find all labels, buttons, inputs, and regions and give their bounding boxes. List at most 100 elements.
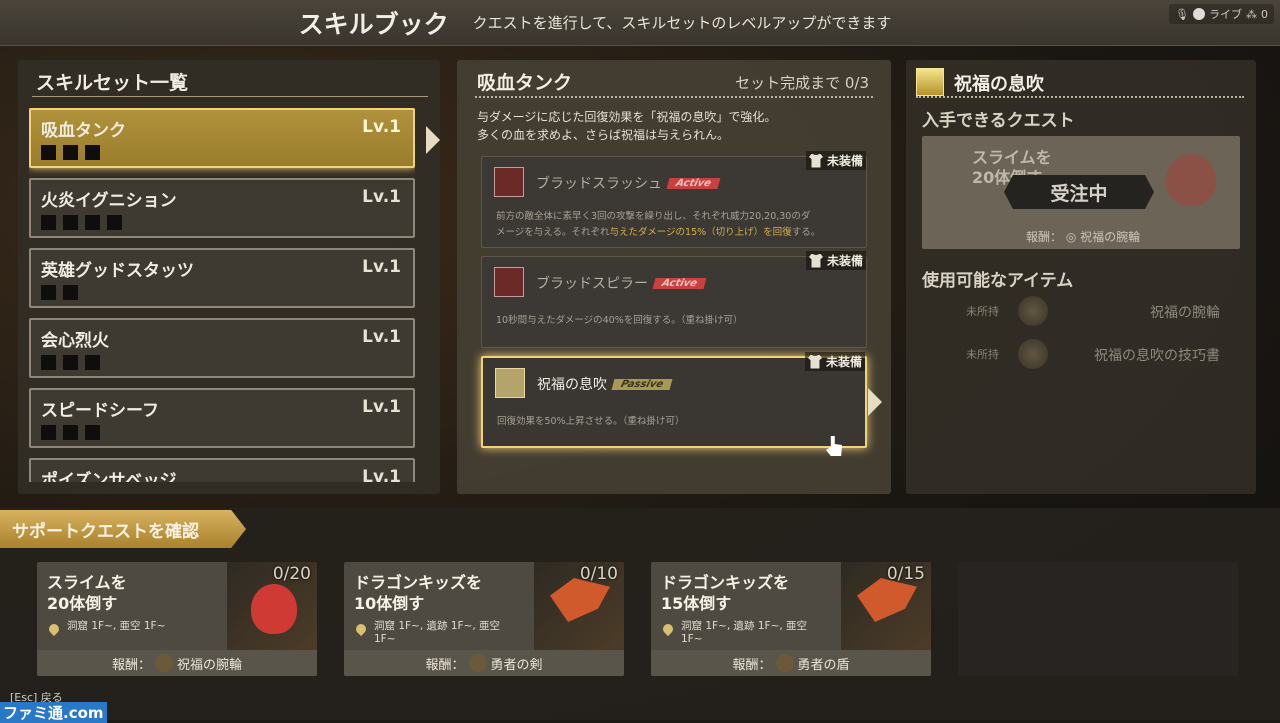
skillset-list-title: スキルセット一覧 [36, 72, 189, 94]
skillset-description: 与ダメージに応じた回復効果を「祝福の息吹」で強化。 多くの血を求めよ、さらば祝福… [477, 108, 776, 144]
equip-status: 未装備 [805, 251, 866, 270]
skill-card-blessing-breath[interactable]: 未装備 祝福の息吹 Passive 回復効果を50%上昇させる。（重ね掛け可） [481, 352, 867, 448]
bracelet-icon [1018, 296, 1048, 326]
skill-card-desc: 前方の敵全体に素早く3回の攻撃を繰り出し、それぞれ威力20,20,30のダ メー… [496, 209, 852, 241]
live-label: ライブ [1209, 8, 1242, 21]
quest-card-0[interactable]: 0/20 スライムを 20体倒す 洞窟 1F~, 亜空 1F~ 報酬： 祝福の腕輪 [37, 562, 317, 676]
quest-location: 洞窟 1F~, 亜空 1F~ [67, 620, 227, 633]
reward-item: 勇者の盾 [797, 657, 850, 673]
selection-arrow-icon [868, 388, 882, 416]
skill-level: Lv.1 [362, 187, 401, 207]
reward-item: 祝福の腕輪 [1080, 230, 1141, 244]
light-burst-icon [495, 368, 525, 398]
skill-source-panel: 祝福の息吹 入手できるクエスト スライムを 20体倒す 受注中 報酬： ◎ 祝福の… [906, 60, 1256, 494]
quest-name: スライムを 20体倒す [47, 572, 127, 614]
mic-icon: 🎙 [1175, 7, 1189, 21]
quest-card-2[interactable]: 0/15 ドラゴンキッズを 15体倒す 洞窟 1F~, 遺跡 1F~, 亜空 1F~… [651, 562, 931, 676]
quest-name: ドラゴンキッズを 10体倒す [354, 572, 482, 614]
quest-count: 0/20 [272, 564, 311, 584]
sword-icon [468, 654, 487, 672]
card-name-text: 祝福の息吹 [537, 377, 607, 393]
quest-name: ドラゴンキッズを 15体倒す [661, 572, 789, 614]
item-row-skillbook[interactable]: 未所持 祝福の息吹の技巧書 [922, 339, 1240, 369]
quest-count: 0/10 [579, 564, 618, 584]
desc-highlight: 与えたダメージの15%（切り上げ）を回復 [609, 227, 792, 238]
scroll-icon [1018, 339, 1048, 369]
claw-slash-icon [494, 167, 524, 197]
reward-label: 報酬： [732, 657, 772, 673]
skill-item-4[interactable]: スピードシーフ Lv.1 [29, 388, 415, 448]
skill-pips [41, 355, 100, 370]
quest-reward: 報酬： 勇者の盾 [651, 650, 931, 676]
reward-item: 祝福の腕輪 [177, 657, 243, 673]
skillset-detail-panel: 吸血タンク セット完成まで 0/3 与ダメージに応じた回復効果を「祝福の息吹」で… [457, 60, 891, 494]
live-dot-icon [1193, 8, 1205, 20]
quest-card-1[interactable]: 0/10 ドラゴンキッズを 10体倒す 洞窟 1F~, 遺跡 1F~, 亜空 1F~… [344, 562, 624, 676]
location-pin-icon [46, 621, 62, 637]
skill-name: 火炎イグニション [41, 191, 177, 211]
skillset-list-panel: スキルセット一覧 吸血タンク Lv.1 火炎イグニション Lv.1 英雄グッドス… [18, 60, 440, 494]
loc-l1: 洞窟 1F~, 遺跡 1F~, 亜空 [681, 620, 808, 632]
skill-item-1[interactable]: 火炎イグニション Lv.1 [29, 178, 415, 238]
item-status: 未所持 [966, 348, 999, 361]
quest-thumb-reward: 報酬： ◎ 祝福の腕輪 [1026, 228, 1140, 245]
reward-label: 報酬： [1026, 230, 1063, 244]
skill-card-blood-slash[interactable]: 未装備 ブラッドスラッシュ Active 前方の敵全体に素早く3回の攻撃を繰り出し… [481, 151, 867, 248]
qn-l1: スライムを [47, 573, 127, 592]
equip-label: 未装備 [825, 355, 862, 369]
armor-icon [808, 253, 823, 268]
skill-item-0[interactable]: 吸血タンク Lv.1 [29, 108, 415, 168]
skill-card-name: ブラッドスピラー Active [536, 273, 707, 293]
qn-l1: ドラゴンキッズを [661, 573, 790, 592]
skill-card-desc: 10秒間与えたダメージの40%を回復する。（重ね掛け可） [496, 315, 743, 326]
skill-name: ポイズンサベッジ [41, 471, 177, 482]
blood-drop-icon [494, 267, 524, 297]
item-row-bracelet[interactable]: 未所持 祝福の腕輪 [922, 296, 1240, 326]
reward-label: 報酬： [111, 657, 151, 673]
armor-icon [807, 354, 822, 369]
selection-arrow-icon [426, 126, 440, 154]
divider [32, 96, 428, 97]
item-name: 祝福の腕輪 [1150, 305, 1220, 321]
header-bar: スキルブック クエストを進行して、スキルセットのレベルアップができます 🎙 ライ… [0, 0, 1280, 46]
support-quest-button[interactable]: サポートクエストを確認 [0, 510, 246, 548]
desc-text: メージを与える。それぞれ [496, 227, 610, 238]
active-tag: Active [666, 178, 721, 189]
skill-card-blood-spiller[interactable]: 未装備 ブラッドスピラー Active 10秒間与えたダメージの40%を回復する。… [481, 251, 867, 348]
equip-label: 未装備 [826, 254, 863, 268]
skill-card-desc: 回復効果を50%上昇させる。（重ね掛け可） [497, 416, 685, 427]
shield-icon [775, 654, 794, 672]
bracelet-icon: ◎ [1065, 230, 1077, 244]
skill-level: Lv.1 [362, 327, 401, 347]
quest-thumb[interactable]: スライムを 20体倒す 受注中 報酬： ◎ 祝福の腕輪 [922, 136, 1240, 249]
skill-name: 吸血タンク [41, 121, 126, 141]
desc-text: する。 [791, 227, 821, 238]
usable-items-heading: 使用可能なアイテム [922, 271, 1074, 291]
light-burst-icon [916, 68, 944, 96]
skill-card-name: ブラッドスラッシュ Active [536, 173, 721, 193]
equip-status: 未装備 [805, 151, 866, 170]
qn-l2: 15体倒す [661, 594, 732, 613]
loc-l1: 洞窟 1F~, 遺跡 1F~, 亜空 [374, 620, 501, 632]
skill-name: 英雄グッドスタッツ [41, 261, 194, 281]
card-desc-line: 前方の敵全体に素早く3回の攻撃を繰り出し、それぞれ威力20,20,30のダ [496, 211, 811, 222]
skill-name: スピードシーフ [41, 401, 159, 421]
card-name-text: ブラッドスラッシュ [536, 176, 662, 192]
skill-pips [41, 215, 122, 230]
skillset-title: 吸血タンク [477, 72, 573, 94]
quest-location: 洞窟 1F~, 遺跡 1F~, 亜空 1F~ [374, 620, 534, 646]
equip-label: 未装備 [826, 154, 863, 168]
skill-item-3[interactable]: 会心烈火 Lv.1 [29, 318, 415, 378]
bracelet-icon [155, 654, 173, 672]
page-title: スキルブック [298, 9, 449, 39]
live-indicator: 🎙 ライブ ⁂ 0 [1169, 4, 1274, 24]
skill-item-5[interactable]: ポイズンサベッジ Lv.1 [29, 458, 415, 482]
card-name-text: ブラッドスピラー [536, 276, 648, 292]
quest-location: 洞窟 1F~, 遺跡 1F~, 亜空 1F~ [681, 620, 841, 646]
skill-level: Lv.1 [362, 467, 401, 482]
qname-l1: スライムを [972, 148, 1052, 167]
passive-tag: Passive [611, 379, 673, 390]
skill-item-2[interactable]: 英雄グッドスタッツ Lv.1 [29, 248, 415, 308]
skill-pips [41, 145, 100, 160]
skill-list[interactable]: 吸血タンク Lv.1 火炎イグニション Lv.1 英雄グッドスタッツ Lv.1 … [29, 108, 415, 482]
